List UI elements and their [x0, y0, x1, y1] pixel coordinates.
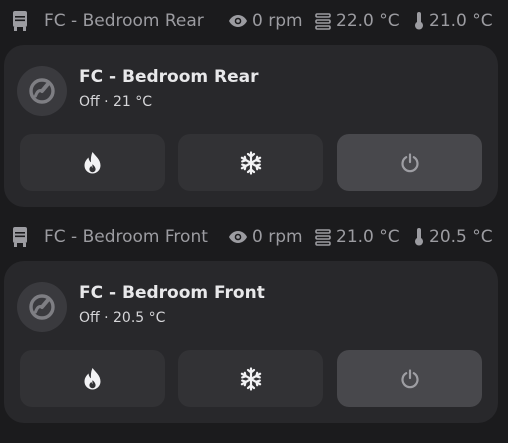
fan-coil-icon [13, 227, 27, 247]
setpoint-value: 22.0 °C [336, 11, 400, 31]
thermometer-icon [415, 228, 423, 246]
entity-name-item: FC - Bedroom Rear [13, 0, 204, 42]
temperature-value: 21.0 °C [429, 11, 493, 31]
off-mode-button[interactable] [337, 134, 482, 191]
thermostat-card: FC - Bedroom Front Off · 20.5 °C [4, 261, 498, 423]
fan-speed-value: 0 rpm [252, 11, 303, 31]
power-icon [400, 368, 419, 388]
hvac-icon-badge[interactable] [17, 282, 67, 332]
radiator-icon [315, 12, 331, 30]
fan-coil-icon [13, 11, 27, 31]
temperature-item: 20.5 °C [414, 216, 493, 258]
entity-name-item: FC - Bedroom Front [13, 216, 208, 258]
card-state: Off · 20.5 °C [79, 310, 166, 326]
hvac-unit-icon [29, 78, 55, 104]
card-title: FC - Bedroom Rear [79, 67, 259, 87]
hvac-unit-icon [29, 294, 55, 320]
heat-mode-button[interactable] [20, 350, 165, 407]
card-state: Off · 21 °C [79, 94, 153, 110]
dashboard: FC - Bedroom Rear 0 rpm 22.0 °C 21.0 °C … [0, 0, 508, 443]
snowflake-icon [240, 150, 261, 175]
thermometer-icon [415, 12, 423, 30]
entity-name: FC - Bedroom Rear [44, 11, 204, 31]
fan-speed-item: 0 rpm [229, 0, 303, 42]
fan-speed-item: 0 rpm [229, 216, 303, 258]
temperature-item: 21.0 °C [414, 0, 493, 42]
eye-icon [229, 231, 247, 243]
fire-icon [84, 367, 101, 389]
cool-mode-button[interactable] [178, 134, 323, 191]
fan-speed-value: 0 rpm [252, 227, 303, 247]
entity-status-bar[interactable]: FC - Bedroom Rear 0 rpm 22.0 °C 21.0 °C [0, 0, 508, 42]
heat-mode-button[interactable] [20, 134, 165, 191]
hvac-icon-badge[interactable] [17, 66, 67, 116]
card-title: FC - Bedroom Front [79, 283, 265, 303]
setpoint-item: 21.0 °C [315, 216, 400, 258]
temperature-value: 20.5 °C [429, 227, 493, 247]
thermostat-card: FC - Bedroom Rear Off · 21 °C [4, 45, 498, 207]
off-mode-button[interactable] [337, 350, 482, 407]
cool-mode-button[interactable] [178, 350, 323, 407]
radiator-icon [315, 228, 331, 246]
setpoint-value: 21.0 °C [336, 227, 400, 247]
power-icon [400, 152, 419, 172]
setpoint-item: 22.0 °C [315, 0, 400, 42]
entity-status-bar[interactable]: FC - Bedroom Front 0 rpm 21.0 °C 20.5 °C [0, 216, 508, 258]
fire-icon [84, 151, 101, 173]
eye-icon [229, 15, 247, 27]
entity-name: FC - Bedroom Front [44, 227, 208, 247]
snowflake-icon [240, 366, 261, 391]
